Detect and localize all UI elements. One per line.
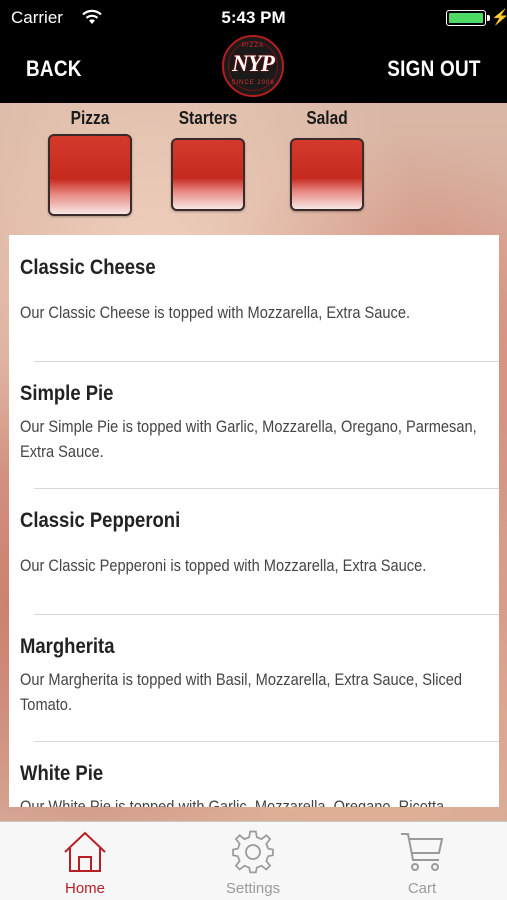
item-description: Our White Pie is topped with Garlic, Moz…	[20, 797, 449, 807]
item-description: Our Classic Cheese is topped with Mozzar…	[20, 303, 411, 322]
sign-out-button[interactable]: SIGN OUT	[387, 56, 481, 82]
category-starters[interactable]: Starters	[171, 108, 245, 211]
tab-settings[interactable]: Settings	[193, 822, 313, 900]
brand-logo: PIZZA NYP SINCE 2006	[222, 35, 284, 97]
clock: 5:43 PM	[221, 8, 286, 27]
menu-list[interactable]: Classic Cheese Our Classic Cheese is top…	[9, 235, 499, 807]
item-title: Classic Cheese	[20, 256, 156, 279]
tab-bar: Home Settings Cart	[0, 821, 507, 900]
category-tile[interactable]	[171, 138, 245, 211]
gear-icon	[232, 830, 274, 874]
item-title: White Pie	[20, 762, 104, 785]
status-bar: Carrier 5:43 PM ⚡	[0, 0, 507, 36]
item-title: Simple Pie	[20, 382, 114, 405]
category-label: Starters	[178, 108, 238, 128]
battery-icon	[446, 10, 490, 26]
list-item[interactable]: White Pie Our White Pie is topped with G…	[9, 742, 499, 807]
item-description: Our Classic Pepperoni is topped with Moz…	[20, 556, 427, 575]
category-pizza[interactable]: Pizza	[48, 108, 132, 216]
tab-label: Cart	[407, 880, 437, 897]
category-label: Salad	[306, 108, 348, 128]
item-title: Margherita	[20, 635, 115, 658]
tab-cart[interactable]: Cart	[362, 822, 482, 900]
home-icon	[64, 831, 106, 872]
top-bar: Carrier 5:43 PM ⚡ BACK PIZZA NYP SINCE 2…	[0, 0, 507, 103]
tab-home[interactable]: Home	[25, 822, 145, 900]
list-item[interactable]: Classic Cheese Our Classic Cheese is top…	[9, 235, 499, 361]
item-description: Our Margherita is topped with Basil, Moz…	[20, 670, 463, 714]
list-item[interactable]: Simple Pie Our Simple Pie is topped with…	[9, 362, 499, 488]
list-item[interactable]: Margherita Our Margherita is topped with…	[9, 615, 499, 741]
item-title: Classic Pepperoni	[20, 509, 181, 532]
item-description: Our Simple Pie is topped with Garlic, Mo…	[20, 417, 477, 461]
cart-icon	[401, 833, 444, 871]
category-tile[interactable]	[48, 134, 132, 216]
tab-label: Home	[64, 880, 105, 897]
tab-label: Settings	[225, 880, 281, 897]
category-tile[interactable]	[290, 138, 364, 211]
charging-icon: ⚡	[491, 9, 507, 26]
category-salad[interactable]: Salad	[290, 108, 364, 211]
category-label: Pizza	[70, 108, 110, 128]
list-item[interactable]: Classic Pepperoni Our Classic Pepperoni …	[9, 489, 499, 615]
back-button[interactable]: BACK	[26, 56, 82, 82]
